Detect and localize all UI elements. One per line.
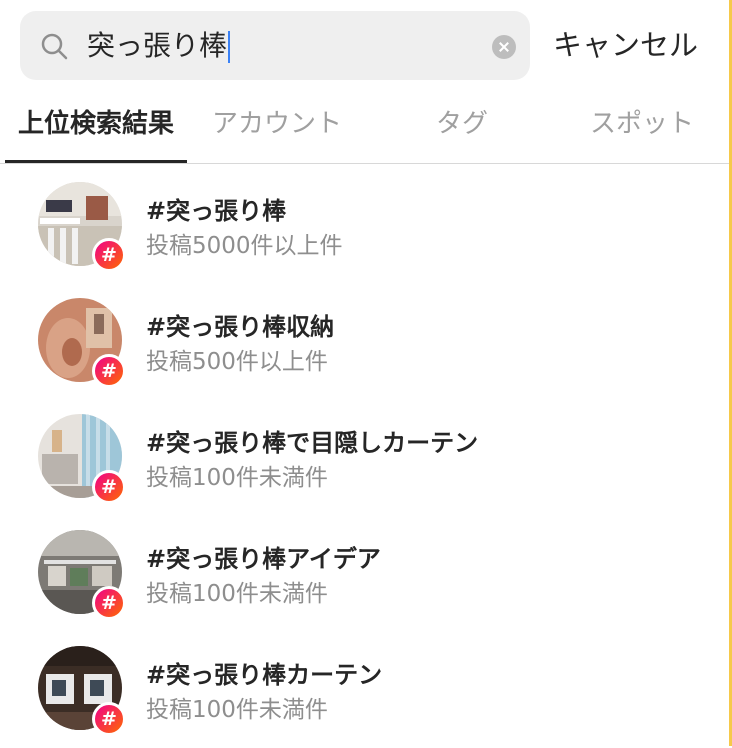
post-count: 投稿500件以上件 [146, 349, 328, 375]
hashtag-badge-icon: # [92, 470, 126, 504]
tab-places[interactable]: スポット [557, 88, 727, 163]
cancel-button[interactable]: キャンセル [553, 11, 698, 80]
hashtag-badge-icon: # [92, 702, 126, 736]
tabs-divider [0, 163, 729, 164]
hashtag-name: #突っ張り棒収納 [146, 313, 335, 341]
post-count: 投稿100件未満件 [146, 465, 328, 491]
hashtag-name: #突っ張り棒 [146, 197, 287, 225]
hashtag-badge-icon: # [92, 586, 126, 620]
list-item[interactable]: # #突っ張り棒カーテン 投稿100件未満件 [0, 632, 729, 748]
search-icon [41, 33, 68, 60]
search-tabs: 上位検索結果 アカウント タグ スポット [0, 88, 729, 163]
list-item[interactable]: # #突っ張り棒アイデア 投稿100件未満件 [0, 516, 729, 632]
tab-accounts[interactable]: アカウント [187, 88, 367, 163]
tab-tags[interactable]: タグ [367, 88, 557, 163]
search-input[interactable]: 突っ張り棒 [87, 11, 227, 80]
clear-icon[interactable] [492, 35, 516, 59]
list-item[interactable]: # #突っ張り棒収納 投稿500件以上件 [0, 284, 729, 400]
text-caret [228, 31, 230, 63]
post-count: 投稿5000件以上件 [146, 233, 343, 259]
hashtag-name: #突っ張り棒アイデア [146, 545, 381, 573]
list-item[interactable]: # #突っ張り棒で目隠しカーテン 投稿100件未満件 [0, 400, 729, 516]
list-item[interactable]: # #突っ張り棒 投稿5000件以上件 [0, 168, 729, 284]
hashtag-badge-icon: # [92, 354, 126, 388]
tab-top-results[interactable]: 上位検索結果 [5, 88, 187, 163]
post-count: 投稿100件未満件 [146, 697, 328, 723]
search-bar[interactable]: 突っ張り棒 [20, 11, 530, 80]
hashtag-name: #突っ張り棒で目隠しカーテン [146, 429, 479, 457]
hashtag-badge-icon: # [92, 238, 126, 272]
hashtag-name: #突っ張り棒カーテン [146, 661, 383, 689]
post-count: 投稿100件未満件 [146, 581, 328, 607]
